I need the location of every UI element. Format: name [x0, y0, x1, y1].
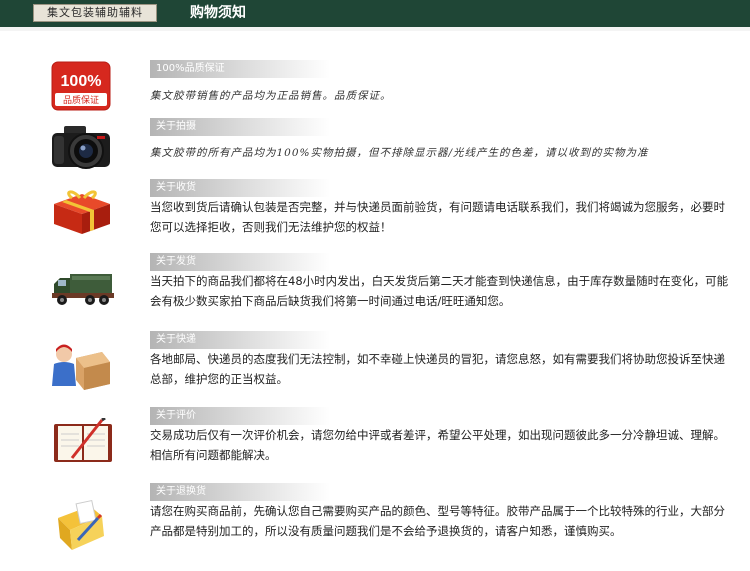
section-label-bar: 关于收货 [150, 179, 330, 197]
section-label: 关于评价 [156, 410, 196, 421]
notebook-icon [50, 418, 120, 473]
camera-icon [50, 123, 120, 178]
section-label-bar: 关于拍摄 [150, 118, 330, 136]
section-label: 100%品质保证 [156, 63, 225, 74]
section-label-bar: 关于发货 [150, 253, 330, 271]
section-text: 集文胶带销售的产品均为正品销售。品质保证。 [150, 90, 392, 102]
section-label: 关于拍摄 [156, 121, 196, 132]
courier-icon [50, 340, 120, 395]
truck-icon [50, 268, 120, 323]
section-label: 关于收货 [156, 182, 196, 193]
section-label-bar: 100%品质保证 [150, 60, 330, 78]
badge-bottom-text: 品质保证 [63, 94, 99, 106]
quality-badge-icon: 100% 品质保证 [50, 60, 120, 115]
top-banner: 集文包装辅助辅料 购物须知 [0, 0, 750, 27]
section-text: 当您收到货后请确认包装是否完整，并与快递员面前验货，有问题请电话联系我们，我们将… [150, 200, 725, 234]
badge-top-text: 100% [61, 73, 102, 90]
section-text: 当天拍下的商品我们都将在48小时内发出，白天发货后第二天才能查到快递信息，由于库… [150, 274, 729, 308]
section-label-bar: 关于评价 [150, 407, 330, 425]
page-title: 购物须知 [190, 5, 246, 21]
section-label: 关于快递 [156, 334, 196, 345]
section-text: 交易成功后仅有一次评价机会，请您勿给中评或者差评，希望公平处理，如出现问题彼此多… [150, 428, 725, 462]
section-text: 集文胶带的所有产品均为100%实物拍摄，但不排除显示器/光线产生的色差，请以收到… [150, 147, 649, 159]
section-label: 关于退换货 [156, 486, 206, 497]
section-text: 各地邮局、快递员的态度我们无法控制，如不幸碰上快递员的冒犯，请您息怒，如有需要我… [150, 352, 725, 386]
gift-box-icon [50, 188, 120, 243]
section-label-bar: 关于退换货 [150, 483, 330, 501]
section-text: 请您在购买商品前，先确认您自己需要购买产品的颜色、型号等特征。胶带产品属于一个比… [150, 504, 725, 538]
section-label: 关于发货 [156, 256, 196, 267]
folder-icon [50, 496, 120, 551]
section-label-bar: 关于快递 [150, 331, 330, 349]
divider [0, 27, 750, 31]
shop-logo: 集文包装辅助辅料 [33, 4, 157, 22]
